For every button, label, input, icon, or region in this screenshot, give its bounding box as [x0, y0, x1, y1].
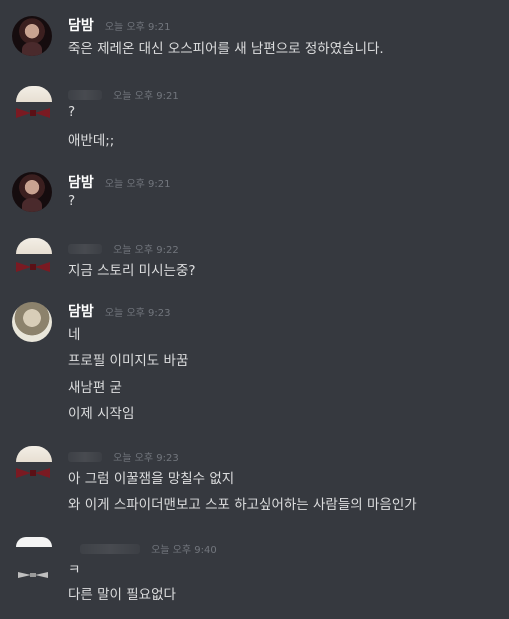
timestamp: 오늘 오후 9:40 — [151, 545, 217, 556]
author-name[interactable]: 담밤 — [68, 304, 94, 320]
bowtie-icon — [18, 572, 48, 578]
message-text: 아 그럼 이꿀잼을 망칠수 없지 — [68, 471, 235, 487]
timestamp: 오늘 오후 9:23 — [113, 453, 179, 464]
avatar[interactable] — [16, 537, 52, 547]
message-text: 프로필 이미지도 바꿈 — [68, 353, 189, 369]
message-text: 새남편 굳 — [68, 380, 122, 396]
timestamp: 오늘 오후 9:21 — [104, 179, 171, 190]
timestamp: 오늘 오후 9:22 — [113, 245, 179, 256]
timestamp: 오늘 오후 9:21 — [113, 91, 179, 102]
avatar[interactable] — [16, 86, 52, 102]
bowtie-icon — [16, 108, 50, 118]
bowtie-icon — [16, 262, 50, 272]
message-text: 죽은 제레온 대신 오스피어를 새 남편으로 정하였습니다. — [68, 41, 384, 57]
message-text: ? — [68, 193, 76, 209]
timestamp: 오늘 오후 9:21 — [104, 22, 171, 33]
author-name[interactable]: 담밤 — [68, 175, 94, 191]
author-name[interactable] — [68, 243, 102, 254]
author-name[interactable] — [68, 89, 102, 100]
avatar[interactable] — [16, 446, 52, 462]
timestamp: 오늘 오후 9:23 — [104, 308, 171, 319]
avatar[interactable] — [12, 16, 52, 56]
author-name[interactable] — [80, 543, 140, 554]
author-name[interactable]: 담밤 — [68, 18, 94, 34]
message-text: 네 — [68, 327, 81, 343]
message-text: 애반데;; — [68, 133, 115, 149]
avatar[interactable] — [12, 172, 52, 212]
message-text: 이제 시작임 — [68, 406, 135, 422]
author-name[interactable] — [68, 451, 102, 462]
message-text: 다른 말이 필요없다 — [68, 587, 176, 603]
avatar[interactable] — [12, 302, 52, 342]
bowtie-icon — [16, 468, 50, 478]
message-text: 지금 스토리 미시는중? — [68, 263, 196, 279]
message-text: ? — [68, 104, 76, 120]
avatar[interactable] — [16, 238, 52, 254]
message-text: ㅋ — [68, 562, 81, 578]
message-text: 와 이게 스파이더맨보고 스포 하고싶어하는 사람들의 마음인가 — [68, 497, 417, 513]
